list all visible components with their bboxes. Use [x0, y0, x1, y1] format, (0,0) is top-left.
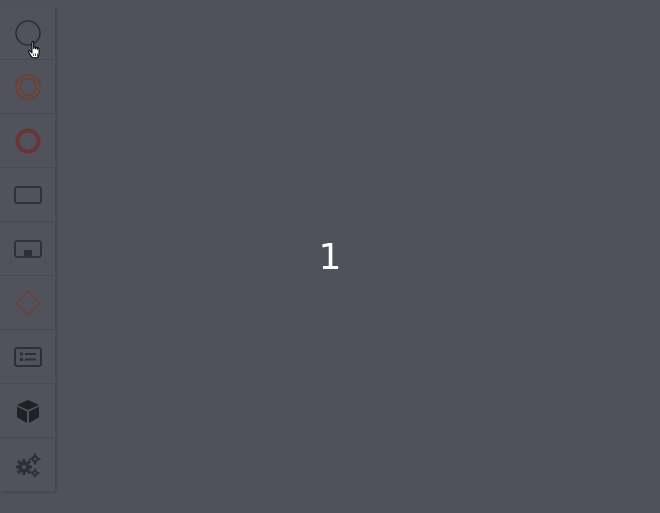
gateway-tool[interactable]: [1, 276, 54, 330]
data-object-tool[interactable]: [1, 330, 54, 384]
end-event-tool[interactable]: [1, 114, 54, 168]
thick-circle-icon: [13, 126, 43, 156]
collapsed-subprocess-icon: [13, 238, 43, 260]
cube-icon: [13, 396, 43, 426]
rounded-rectangle-icon: [13, 184, 43, 206]
start-event-tool[interactable]: [1, 6, 54, 60]
step-number-label: 1: [318, 237, 342, 278]
gears-icon: [13, 450, 43, 480]
settings-tool[interactable]: [1, 438, 54, 491]
diamond-icon: [13, 288, 43, 318]
intermediate-event-tool[interactable]: [1, 60, 54, 114]
tool-palette: [1, 6, 56, 492]
list-card-icon: [13, 345, 43, 369]
participant-tool[interactable]: [1, 384, 54, 438]
circle-thin-icon: [13, 18, 43, 48]
subprocess-tool[interactable]: [1, 222, 54, 276]
task-tool[interactable]: [1, 168, 54, 222]
double-circle-icon: [13, 72, 43, 102]
